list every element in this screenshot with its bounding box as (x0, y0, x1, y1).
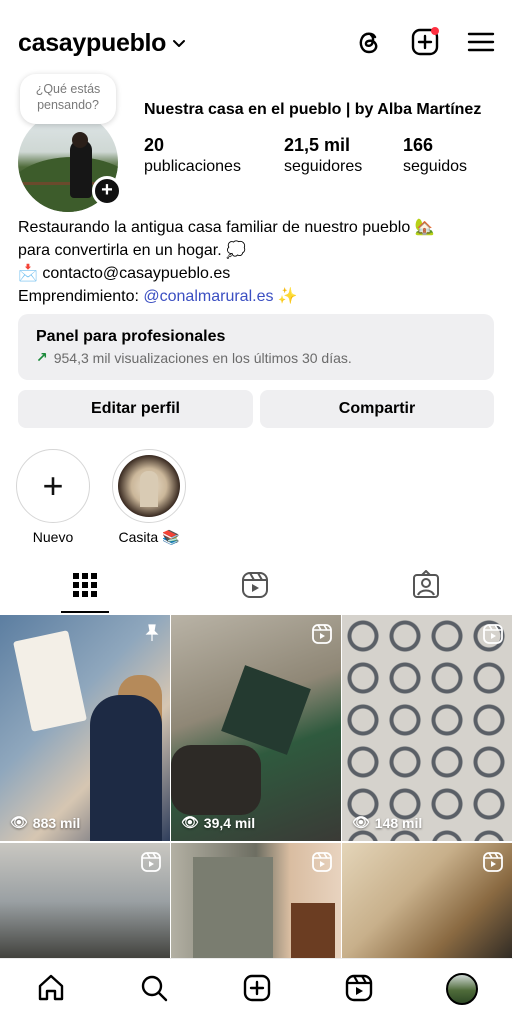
note-bubble[interactable]: ¿Qué estás pensando? (20, 74, 116, 124)
view-count: 👁 148 mil (352, 814, 422, 831)
username-switcher[interactable]: casaypueblo (18, 29, 186, 58)
dashboard-title: Panel para profesionales (36, 328, 226, 345)
plus-icon: + (42, 465, 64, 506)
display-name: Nuestra casa en el pueblo | by Alba Mart… (144, 101, 482, 118)
professional-dashboard[interactable]: Panel para profesionales ↗ 954,3 mil vis… (18, 314, 494, 380)
active-tab-indicator (61, 611, 109, 613)
post-thumbnail[interactable] (171, 843, 341, 960)
view-count-text: 39,4 mil (203, 814, 256, 831)
reel-icon (483, 624, 503, 644)
eye-icon: 👁 (181, 814, 199, 830)
new-highlight-circle[interactable]: + (16, 449, 90, 523)
pin-icon (145, 624, 159, 641)
post-thumbnail[interactable] (342, 843, 512, 960)
posts-count[interactable]: 20 publicaciones (144, 135, 241, 176)
post-thumbnail[interactable]: 👁 148 mil (342, 615, 512, 841)
bio-line-3: 📩 contacto@casaypueblo.es (18, 262, 498, 285)
dashboard-subtitle-row: ↗ 954,3 mil visualizaciones en los últim… (36, 349, 476, 366)
highlight-label: Casita 📚 (118, 529, 180, 545)
bio-line-2: para convertirla en un hogar. 💭 (18, 242, 247, 259)
bottom-nav (0, 958, 513, 1024)
tagged-icon[interactable] (411, 570, 441, 600)
highlight-circle[interactable] (112, 449, 186, 523)
reel-icon (312, 624, 332, 644)
following-count[interactable]: 166 seguidos (403, 135, 467, 176)
bio-line-4: Emprendimiento: @conalmarural.es ✨ (18, 285, 498, 308)
highlight-label: Nuevo (32, 529, 74, 545)
reel-icon (312, 852, 332, 872)
posts-value: 20 (144, 135, 165, 155)
posts-label: publicaciones (144, 158, 241, 175)
profile-tabs (0, 570, 513, 614)
threads-icon[interactable] (354, 27, 384, 57)
post-thumbnail[interactable]: 👁 883 mil (0, 615, 170, 841)
profile-avatar-icon[interactable] (446, 973, 478, 1005)
bio-line-1: Restaurando la antigua casa familiar de … (18, 219, 435, 236)
view-count-text: 148 mil (374, 814, 423, 831)
view-count: 👁 883 mil (10, 814, 80, 831)
followers-value: 21,5 mil (284, 135, 351, 155)
highlight-casita[interactable]: Casita 📚 (112, 449, 186, 546)
profile-avatar-container[interactable]: + (18, 112, 122, 214)
reel-icon (483, 852, 503, 872)
chevron-down-icon (173, 39, 186, 47)
notification-dot (431, 27, 439, 35)
mail-icon: 📩 (18, 265, 38, 282)
business-link[interactable]: @conalmarural.es (143, 288, 273, 305)
reels-tab-icon[interactable] (240, 570, 270, 600)
following-label: seguidos (403, 158, 468, 175)
eye-icon: 👁 (352, 814, 370, 830)
view-count: 👁 39,4 mil (181, 814, 255, 831)
view-count-text: 883 mil (32, 814, 81, 831)
eye-icon: 👁 (10, 814, 28, 830)
share-profile-button[interactable]: Compartir (260, 390, 494, 428)
note-text: ¿Qué estás pensando? (35, 82, 101, 112)
bio: Restaurando la antigua casa familiar de … (18, 216, 498, 308)
create-icon[interactable] (242, 973, 272, 1003)
home-icon[interactable] (36, 973, 66, 1003)
reel-icon (141, 852, 161, 872)
bio-prefix: Emprendimiento: (18, 288, 144, 305)
followers-count[interactable]: 21,5 mil seguidores (284, 135, 362, 176)
following-value: 166 (403, 135, 434, 155)
reels-icon[interactable] (344, 973, 374, 1003)
edit-profile-button[interactable]: Editar perfil (18, 390, 253, 428)
search-icon[interactable] (139, 973, 169, 1003)
followers-label: seguidores (284, 158, 363, 175)
highlight-new[interactable]: + Nuevo (16, 449, 90, 545)
contact-email[interactable]: contacto@casaypueblo.es (42, 265, 230, 282)
post-thumbnail[interactable]: 👁 39,4 mil (171, 615, 341, 841)
username: casaypueblo (18, 29, 167, 57)
menu-icon[interactable] (466, 27, 496, 57)
header: casaypueblo (0, 0, 513, 80)
bio-suffix: ✨ (273, 288, 298, 305)
add-story-icon[interactable]: + (92, 176, 122, 206)
grid-icon[interactable] (70, 570, 100, 600)
dashboard-subtitle: 954,3 mil visualizaciones en los últimos… (53, 349, 352, 366)
post-thumbnail[interactable] (0, 843, 170, 960)
highlight-cover (118, 455, 180, 517)
trend-up-icon: ↗ (36, 349, 48, 365)
